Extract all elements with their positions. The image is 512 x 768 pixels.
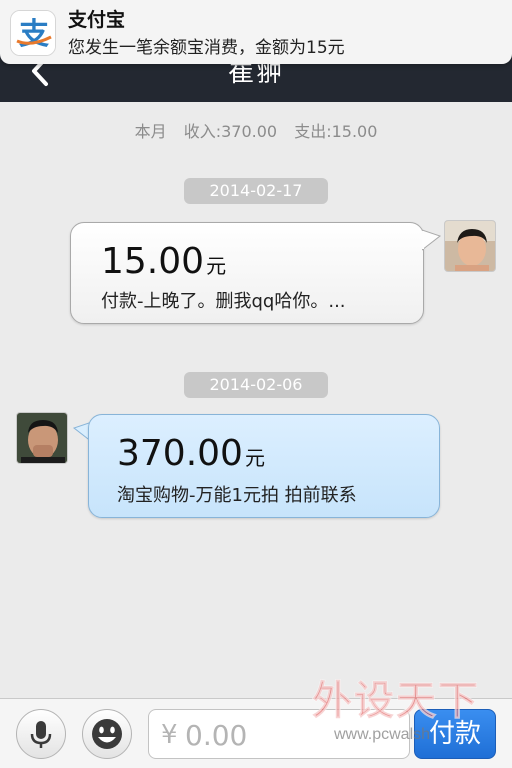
voice-input-button[interactable]	[16, 709, 66, 759]
smiley-icon	[92, 719, 122, 749]
summary-period: 本月	[134, 122, 167, 141]
notification-message: 您发生一笔余额宝消费，金额为15元	[68, 38, 345, 58]
transaction-amount: 15.00 元	[101, 241, 227, 282]
summary-income: 收入:370.00	[183, 122, 278, 141]
payment-input-bar: ¥ 付款	[0, 698, 512, 768]
date-divider: 2014-02-06	[184, 372, 328, 398]
transaction-memo: 付款-上晚了。删我qq哈你。...	[101, 291, 346, 312]
avatar-self[interactable]	[444, 220, 496, 272]
monthly-summary: 本月 收入:370.00 支出:15.00	[0, 118, 512, 142]
currency-symbol: ¥	[161, 720, 178, 750]
pay-button[interactable]: 付款	[414, 709, 496, 759]
push-notification-banner[interactable]: 支 支付宝 您发生一笔余额宝消费，金额为15元	[0, 0, 512, 64]
avatar-contact[interactable]	[16, 412, 68, 464]
emoji-button[interactable]	[82, 709, 132, 759]
svg-text:支: 支	[19, 17, 49, 52]
bubble-tail	[422, 229, 442, 251]
microphone-icon	[30, 721, 52, 748]
alipay-logo-icon: 支	[10, 10, 56, 56]
transaction-memo: 淘宝购物-万能1元拍 拍前联系	[117, 485, 357, 506]
date-divider: 2014-02-17	[184, 178, 328, 204]
transaction-amount: 370.00 元	[117, 433, 265, 474]
transaction-bubble-outgoing[interactable]: 15.00 元 付款-上晚了。删我qq哈你。...	[70, 222, 424, 324]
amount-field[interactable]: ¥	[148, 709, 410, 759]
amount-input[interactable]	[185, 716, 403, 754]
notification-app-name: 支付宝	[68, 9, 126, 31]
transaction-bubble-incoming[interactable]: 370.00 元 淘宝购物-万能1元拍 拍前联系	[88, 414, 440, 518]
summary-expense: 支出:15.00	[294, 122, 378, 141]
